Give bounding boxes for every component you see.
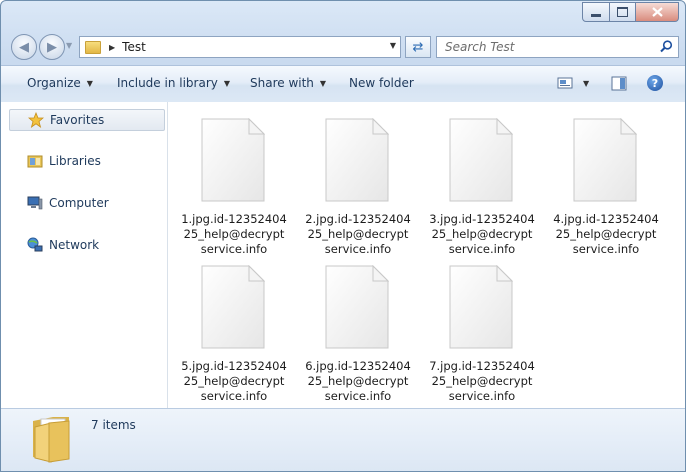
help-button[interactable]: ? [647, 75, 663, 91]
file-name-line: 3.jpg.id-12352404 [429, 212, 535, 226]
back-button[interactable]: ◀ [11, 34, 37, 60]
file-name: 2.jpg.id-12352404 25_help@decrypt service.… [292, 212, 424, 257]
minimize-button[interactable] [582, 2, 610, 22]
address-bar[interactable]: ▶ Test ▼ [79, 36, 401, 58]
file-item[interactable]: 4.jpg.id-12352404 25_help@decrypt service.… [540, 108, 660, 256]
breadcrumb-current[interactable]: Test [122, 40, 146, 54]
file-item[interactable]: 7.jpg.id-12352404 25_help@decrypt service.… [416, 255, 536, 403]
organize-button[interactable]: Organize ▼ [27, 76, 93, 90]
command-bar: Organize ▼ Include in library ▼ Share with… [1, 65, 685, 103]
file-name-line: 7.jpg.id-12352404 [429, 359, 535, 373]
document-icon [449, 118, 513, 202]
refresh-button[interactable]: ⇄ [405, 36, 431, 58]
file-name-line: 25_help@decrypt [431, 227, 533, 241]
file-name-line: 25_help@decrypt [183, 227, 285, 241]
address-dropdown-icon[interactable]: ▼ [390, 41, 396, 50]
file-item[interactable]: 2.jpg.id-12352404 25_help@decrypt service.… [292, 108, 412, 256]
minimize-icon [591, 13, 601, 17]
chevron-down-icon: ▼ [223, 78, 231, 88]
nav-item-favorites[interactable]: Favorites [9, 109, 165, 131]
file-item[interactable]: 5.jpg.id-12352404 25_help@decrypt service.… [168, 255, 288, 403]
share-with-button[interactable]: Share with ▼ [250, 76, 326, 90]
organize-label: Organize [27, 76, 81, 90]
file-name-line: 25_help@decrypt [555, 227, 657, 241]
nav-item-network[interactable]: Network [9, 235, 163, 255]
file-name-line: service.info [448, 389, 516, 403]
file-item[interactable]: 1.jpg.id-12352404 25_help@decrypt service.… [168, 108, 288, 256]
folder-icon [31, 415, 71, 466]
item-count: 7 items [91, 418, 136, 432]
new-folder-label: New folder [349, 76, 414, 90]
chevron-down-icon: ▼ [319, 78, 327, 88]
chevron-down-icon[interactable]: ▼ [583, 79, 589, 88]
file-name-line: 25_help@decrypt [307, 374, 409, 388]
file-name-line: 25_help@decrypt [431, 374, 533, 388]
file-name-line: service.info [572, 242, 640, 256]
file-name-line: 2.jpg.id-12352404 [305, 212, 411, 226]
star-icon [28, 112, 44, 128]
nav-item-label: Libraries [49, 154, 101, 168]
document-icon [325, 118, 389, 202]
preview-pane-button[interactable] [611, 76, 627, 94]
new-folder-button[interactable]: New folder [349, 76, 414, 90]
file-name-line: service.info [200, 389, 268, 403]
include-in-library-label: Include in library [117, 76, 218, 90]
preview-pane-icon [611, 76, 627, 91]
document-icon [201, 265, 265, 349]
view-icon [557, 77, 573, 89]
file-item[interactable]: 6.jpg.id-12352404 25_help@decrypt service.… [292, 255, 412, 403]
breadcrumb-arrow-icon[interactable]: ▶ [109, 43, 115, 52]
folder-icon [85, 40, 101, 54]
maximize-button[interactable] [610, 2, 636, 22]
file-name: 6.jpg.id-12352404 25_help@decrypt service.… [292, 359, 424, 404]
recent-pages-dropdown[interactable]: ▼ [66, 42, 76, 50]
include-in-library-button[interactable]: Include in library ▼ [117, 76, 230, 90]
nav-item-libraries[interactable]: Libraries [9, 151, 163, 171]
file-name-line: 4.jpg.id-12352404 [553, 212, 659, 226]
file-list: 1.jpg.id-12352404 25_help@decrypt service.… [168, 102, 685, 408]
file-name-line: 25_help@decrypt [307, 227, 409, 241]
nav-item-computer[interactable]: Computer [9, 193, 163, 213]
file-name-line: 5.jpg.id-12352404 [181, 359, 287, 373]
nav-item-label: Computer [49, 196, 109, 210]
file-name-line: service.info [324, 389, 392, 403]
file-name-line: 6.jpg.id-12352404 [305, 359, 411, 373]
libraries-icon [27, 153, 43, 169]
refresh-icon: ⇄ [412, 39, 424, 55]
file-name: 4.jpg.id-12352404 25_help@decrypt service.… [540, 212, 672, 257]
back-arrow-icon: ◀ [19, 39, 29, 55]
share-with-label: Share with [250, 76, 314, 90]
change-view-button[interactable]: ▼ [557, 76, 589, 90]
file-name: 1.jpg.id-12352404 25_help@decrypt service.… [168, 212, 300, 257]
file-item[interactable]: 3.jpg.id-12352404 25_help@decrypt service.… [416, 108, 536, 256]
document-icon [325, 265, 389, 349]
search-icon[interactable] [660, 40, 673, 53]
document-icon [573, 118, 637, 202]
maximize-icon [617, 7, 628, 17]
nav-item-label: Network [49, 238, 100, 252]
search-input[interactable] [443, 39, 647, 55]
file-name: 5.jpg.id-12352404 25_help@decrypt service.… [168, 359, 300, 404]
network-icon [27, 237, 43, 253]
file-name: 7.jpg.id-12352404 25_help@decrypt service.… [416, 359, 548, 404]
close-icon [651, 7, 663, 17]
nav-item-label: Favorites [50, 113, 105, 127]
document-icon [449, 265, 513, 349]
computer-icon [27, 195, 43, 211]
file-name-line: 1.jpg.id-12352404 [181, 212, 287, 226]
file-name-line: 25_help@decrypt [183, 374, 285, 388]
document-icon [201, 118, 265, 202]
window-controls [582, 2, 679, 22]
chevron-down-icon: ▼ [86, 78, 93, 88]
navigation-pane: Favorites Libraries Computer Network [1, 102, 168, 408]
forward-arrow-icon: ▶ [47, 39, 57, 55]
details-pane: 7 items [1, 408, 685, 471]
search-box[interactable] [436, 36, 679, 58]
close-button[interactable] [636, 2, 679, 22]
help-icon: ? [651, 76, 659, 90]
file-name: 3.jpg.id-12352404 25_help@decrypt service.… [416, 212, 548, 257]
explorer-window: ◀ ▶ ▼ ▶ Test ▼ ⇄ Organize ▼ Include in li… [0, 0, 686, 472]
forward-button[interactable]: ▶ [39, 34, 65, 60]
